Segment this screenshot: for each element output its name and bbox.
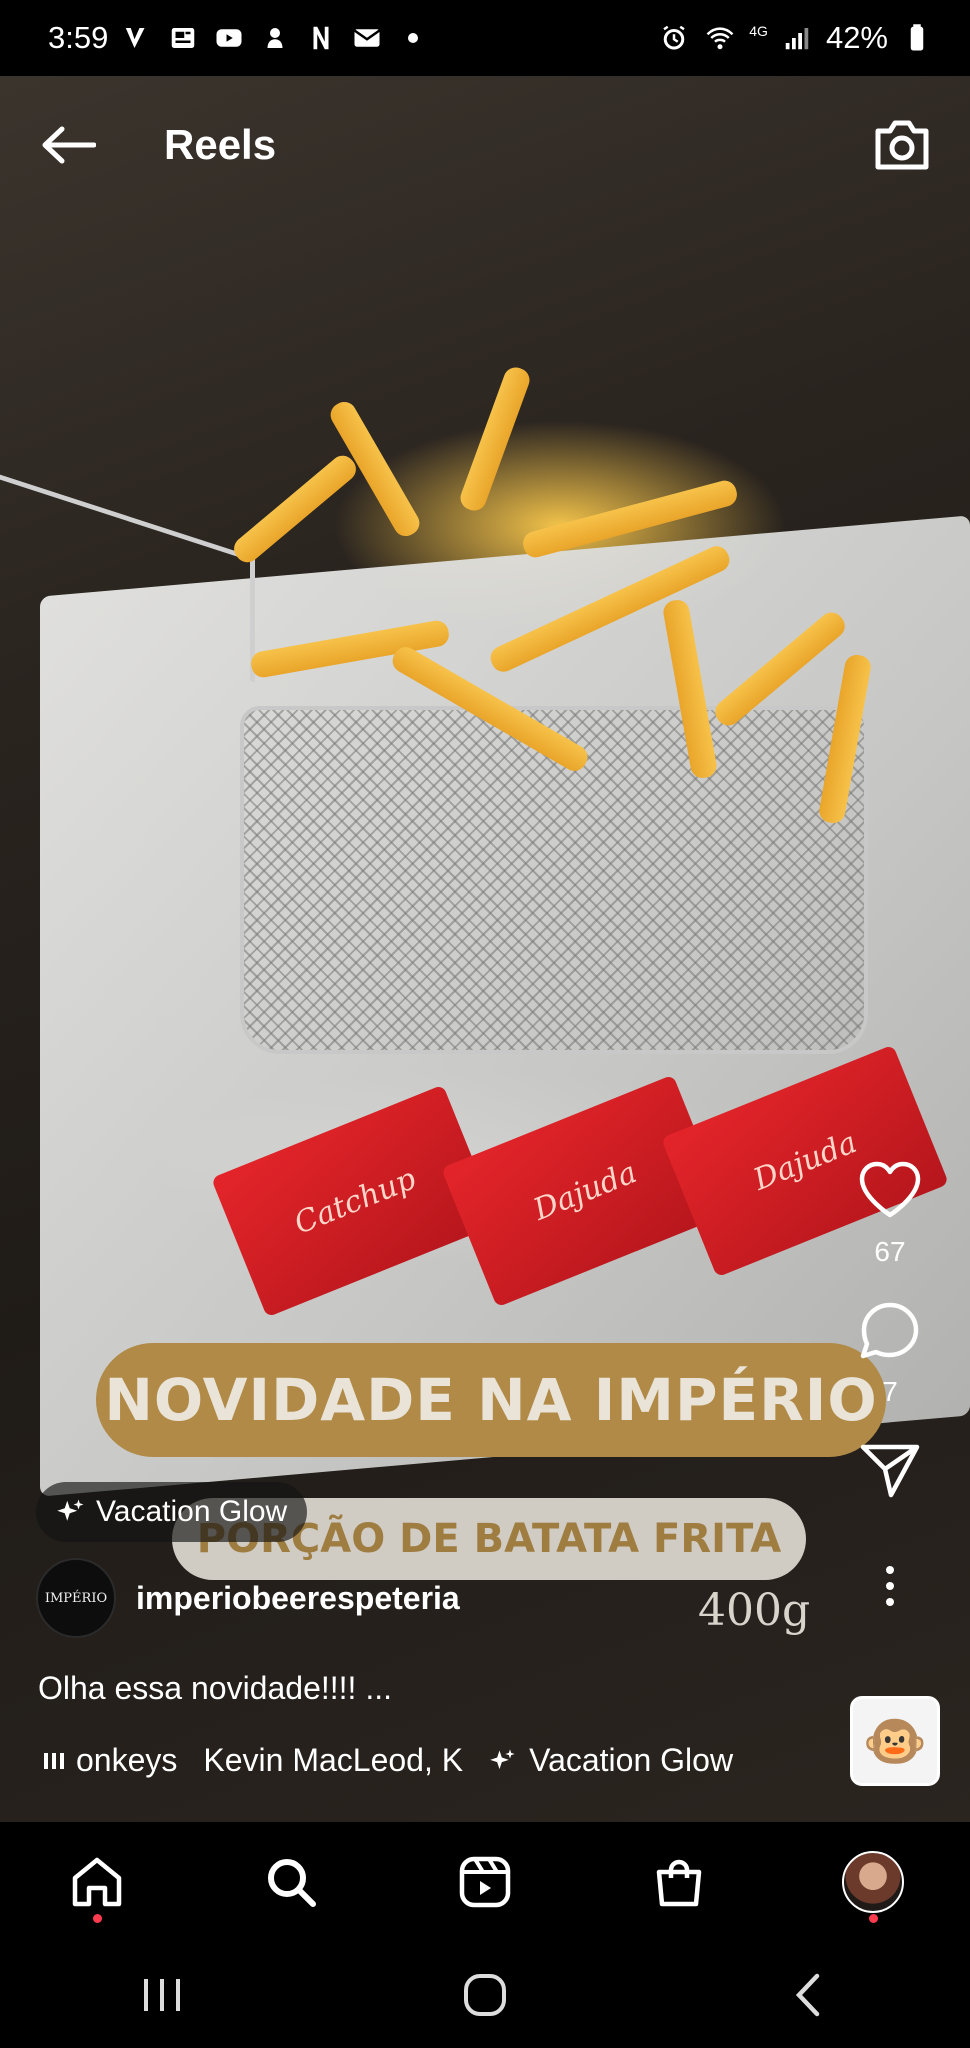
fry-image (457, 364, 533, 514)
more-options-button[interactable] (850, 1546, 930, 1626)
battery-percent: 42% (825, 20, 888, 55)
shop-icon (656, 1859, 702, 1907)
audio-bars-icon (44, 1752, 64, 1769)
author-avatar[interactable]: IMPÉRIO (36, 1558, 116, 1638)
netflix-icon (304, 21, 338, 55)
wifi-icon (703, 21, 737, 55)
sparkle-icon (490, 1748, 515, 1769)
nav-search[interactable] (246, 1837, 336, 1927)
pet-icon (258, 21, 292, 55)
comment-icon (860, 1302, 919, 1359)
heart-icon (859, 1161, 921, 1218)
author-avatar-text: IMPÉRIO (44, 1590, 108, 1606)
effect-badge[interactable]: Vacation Glow (36, 1482, 308, 1542)
like-count: 67 (874, 1236, 906, 1267)
comment-button[interactable] (850, 1290, 930, 1370)
status-time: 3:59 (48, 20, 109, 55)
page-title: Reels (164, 121, 277, 168)
caption[interactable]: Olha essa novidade!!!! ... (38, 1670, 392, 1707)
audio-thumbnail[interactable]: 🐵 (850, 1696, 940, 1786)
search-icon (268, 1859, 316, 1907)
home-icon (72, 1857, 122, 1907)
bottom-nav (0, 1822, 970, 1942)
back-button[interactable] (36, 113, 100, 177)
action-rail: 67 7 (840, 1150, 940, 1626)
back-arrow-icon (42, 126, 96, 164)
author-username[interactable]: imperiobeerespeteria (136, 1580, 460, 1617)
status-right: 4G 42% (657, 20, 934, 56)
camera-icon (875, 120, 929, 170)
alarm-icon (657, 21, 691, 55)
camera-button[interactable] (870, 113, 934, 177)
reels-header: Reels (0, 100, 970, 190)
dot-icon (396, 21, 430, 55)
home-system-button[interactable] (425, 1955, 545, 2035)
author-row[interactable]: IMPÉRIO imperiobeerespeteria (36, 1558, 460, 1638)
recent-apps-button[interactable] (102, 1955, 222, 2035)
nav-home[interactable] (52, 1837, 142, 1927)
comment-count: 7 (882, 1376, 898, 1407)
audio-artist: Kevin MacLeod, K (203, 1742, 464, 1778)
fry-image (229, 450, 361, 568)
status-bar: 3:59 4G 42% (0, 0, 970, 76)
like-button[interactable] (850, 1150, 930, 1230)
signal-icon (780, 21, 814, 55)
chevron-left-icon (796, 1973, 820, 2017)
send-icon (860, 1444, 920, 1498)
battery-icon (900, 21, 934, 55)
audio-effect: Vacation Glow (529, 1742, 734, 1778)
v-icon (120, 21, 154, 55)
news-icon (166, 21, 200, 55)
status-left: 3:59 (48, 20, 430, 56)
nav-shop[interactable] (634, 1837, 724, 1927)
back-system-button[interactable] (748, 1955, 868, 2035)
video-title-overlay: NOVIDADE NA IMPÉRIO (96, 1343, 886, 1457)
recent-apps-icon (143, 1979, 180, 2011)
effect-label: Vacation Glow (96, 1495, 288, 1528)
reels-icon (459, 1856, 511, 1908)
system-nav-bar (0, 1942, 970, 2048)
notification-dot (93, 1914, 102, 1923)
notification-dot (869, 1914, 878, 1923)
network-type: 4G (749, 23, 768, 39)
more-vertical-icon (886, 1566, 894, 1606)
nav-profile[interactable] (828, 1837, 918, 1927)
monkey-icon: 🐵 (862, 1712, 928, 1771)
nav-reels[interactable] (440, 1837, 530, 1927)
profile-avatar (842, 1851, 904, 1913)
audio-row[interactable]: onkeys Kevin MacLeod, K Vacation Glow (44, 1742, 844, 1779)
audio-track: onkeys (76, 1742, 178, 1778)
mail-icon (350, 21, 384, 55)
share-button[interactable] (850, 1430, 930, 1510)
home-circle-icon (463, 1974, 506, 2016)
sparkle-icon (57, 1499, 84, 1521)
youtube-icon (212, 21, 246, 55)
video-weight-overlay: 400g (698, 1585, 811, 1636)
